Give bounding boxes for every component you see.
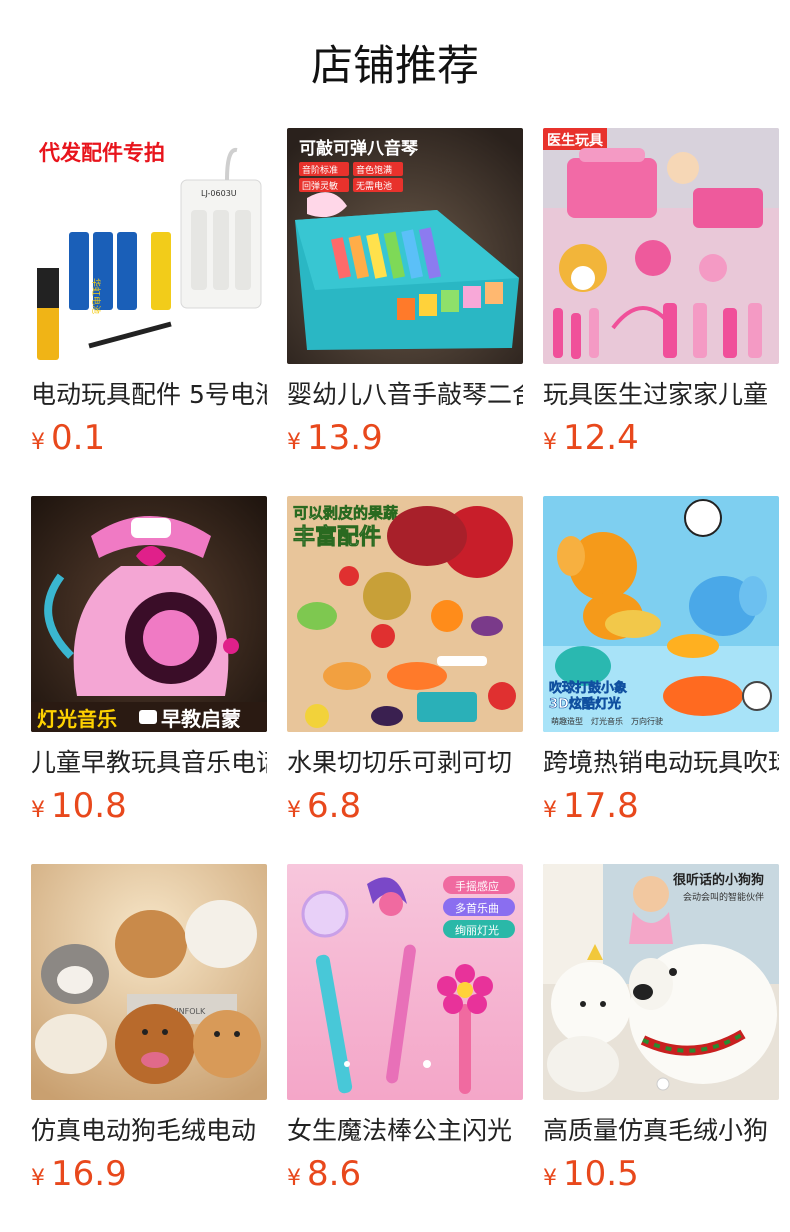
currency-symbol: ¥ — [31, 430, 45, 455]
price-value: 10.5 — [563, 1154, 639, 1194]
product-name[interactable]: 水果切切乐可剥可切 — [287, 746, 523, 780]
image-caption: 灯光音乐 — [37, 707, 117, 731]
image-subheadline: 会动会叫的智能伙伴 — [683, 891, 764, 903]
magic-wand-image: 手摇感应 多首乐曲 绚丽灯光 — [287, 864, 523, 1100]
image-headline: 可以剥皮的果蔬 — [293, 504, 398, 522]
product-image[interactable]: 代发配件专拍 LJ-0603U 华虹电池 — [31, 128, 267, 364]
currency-symbol: ¥ — [543, 798, 557, 823]
product-card[interactable]: 灯光音乐 早教启蒙 儿童早教玩具音乐电话 ¥10.8 — [31, 496, 267, 864]
product-image[interactable]: 手摇感应 多首乐曲 绚丽灯光 — [287, 864, 523, 1100]
product-name[interactable]: 跨境热销电动玩具吹球 — [543, 746, 779, 780]
currency-symbol: ¥ — [543, 430, 557, 455]
product-card[interactable]: 很听话的小狗狗 会动会叫的智能伙伴 高质量仿真毛绒小狗 ¥10.5 — [543, 864, 779, 1232]
product-name[interactable]: 玩具医生过家家儿童 — [543, 378, 779, 412]
feature-tag: 绚丽灯光 — [455, 923, 499, 937]
currency-symbol: ¥ — [543, 1166, 557, 1191]
plush-puppies-image: KINFOLK — [31, 864, 267, 1100]
product-card[interactable]: 可敲可弹八音琴 音阶标准 音色饱满 回弹灵敏 无需电池 婴幼儿八音手敲琴二 ¥ … — [287, 128, 523, 496]
product-grid: 代发配件专拍 LJ-0603U 华虹电池 电动玩具配件 5号电池 ¥0.1 可敲… — [31, 128, 779, 1232]
fruit-cutting-toy-image: 可以剥皮的果蔬 丰富配件 — [287, 496, 523, 732]
product-card[interactable]: 手摇感应 多首乐曲 绚丽灯光 女生魔法棒公主闪光 ¥ 8.6 — [287, 864, 523, 1232]
product-image[interactable]: 医生玩具 — [543, 128, 779, 364]
product-image[interactable]: 灯光音乐 早教启蒙 — [31, 496, 267, 732]
feature-tag: 万向行驶 — [631, 716, 663, 726]
product-image[interactable]: 可以剥皮的果蔬 丰富配件 — [287, 496, 523, 732]
feature-tag: 灯光音乐 — [591, 716, 623, 726]
feature-tag: 回弹灵敏 — [302, 180, 338, 192]
currency-symbol: ¥ — [31, 1166, 45, 1191]
image-headline: 3D炫酷灯光 — [549, 696, 621, 712]
image-headline: 很听话的小狗狗 — [673, 872, 764, 888]
price-value: 17.8 — [563, 786, 639, 826]
product-price: ¥6.8 — [287, 786, 523, 832]
product-card[interactable]: KINFOLK 仿真电动狗毛绒电动 ¥16.9 — [31, 864, 267, 1232]
product-card[interactable]: 吹球打鼓小象 3D炫酷灯光 萌趣造型 灯光音乐 万向行驶 跨境热销电动玩具吹球 … — [543, 496, 779, 864]
product-name[interactable]: 儿童早教玩具音乐电话 — [31, 746, 267, 780]
image-headline: 丰富配件 — [293, 524, 381, 550]
image-caption: 早教启蒙 — [161, 707, 241, 731]
product-card[interactable]: 可以剥皮的果蔬 丰富配件 水果切切乐可剥可切 ¥6.8 — [287, 496, 523, 864]
product-name[interactable]: 高质量仿真毛绒小狗 — [543, 1114, 779, 1148]
toy-telephone-image: 灯光音乐 早教启蒙 — [31, 496, 267, 732]
image-tag: 医生玩具 — [547, 132, 603, 149]
feature-tag: 音色饱满 — [356, 164, 392, 176]
product-price: ¥10.8 — [31, 786, 267, 832]
battery-charger-image: 代发配件专拍 LJ-0603U 华虹电池 — [31, 128, 267, 364]
image-headline: 吹球打鼓小象 — [549, 680, 627, 696]
xylophone-piano-image: 可敲可弹八音琴 音阶标准 音色饱满 回弹灵敏 无需电池 — [287, 128, 523, 364]
product-image[interactable]: KINFOLK — [31, 864, 267, 1100]
feature-tag: 多首乐曲 — [455, 901, 499, 915]
price-value: 8.6 — [307, 1154, 362, 1194]
currency-symbol: ¥ — [31, 798, 45, 823]
price-value: 12.4 — [563, 418, 639, 458]
product-name[interactable]: 仿真电动狗毛绒电动 — [31, 1114, 267, 1148]
product-price: ¥17.8 — [543, 786, 779, 832]
price-value: 0.1 — [51, 418, 106, 458]
price-value: 10.8 — [51, 786, 127, 826]
product-price: ¥0.1 — [31, 418, 267, 464]
feature-tag: 萌趣造型 — [551, 716, 583, 726]
currency-symbol: ¥ — [287, 1166, 301, 1191]
product-price: ¥16.9 — [31, 1154, 267, 1200]
product-image[interactable]: 吹球打鼓小象 3D炫酷灯光 萌趣造型 灯光音乐 万向行驶 — [543, 496, 779, 732]
product-name[interactable]: 电动玩具配件 5号电池 — [31, 378, 267, 412]
price-value: 6.8 — [307, 786, 362, 826]
doctor-toy-set-image: 医生玩具 — [543, 128, 779, 364]
currency-symbol: ¥ — [287, 430, 301, 455]
feature-tag: 手摇感应 — [455, 879, 499, 893]
drumming-elephant-toy-image: 吹球打鼓小象 3D炫酷灯光 萌趣造型 灯光音乐 万向行驶 — [543, 496, 779, 732]
price-value: 13.9 — [307, 418, 383, 458]
product-card[interactable]: 医生玩具 玩具医生过家家儿童 ¥12.4 — [543, 128, 779, 496]
product-card[interactable]: 代发配件专拍 LJ-0603U 华虹电池 电动玩具配件 5号电池 ¥0.1 — [31, 128, 267, 496]
charger-label: LJ-0603U — [201, 189, 237, 198]
product-price: ¥12.4 — [543, 418, 779, 464]
product-name[interactable]: 婴幼儿八音手敲琴二合一 — [287, 378, 523, 412]
product-name[interactable]: 女生魔法棒公主闪光 — [287, 1114, 523, 1148]
currency-symbol: ¥ — [287, 798, 301, 823]
product-price: ¥10.5 — [543, 1154, 779, 1200]
feature-tag: 无需电池 — [356, 180, 392, 192]
battery-label: 华虹电池 — [90, 278, 102, 314]
price-value: 16.9 — [51, 1154, 127, 1194]
white-plush-dog-image: 很听话的小狗狗 会动会叫的智能伙伴 — [543, 864, 779, 1100]
product-image[interactable]: 很听话的小狗狗 会动会叫的智能伙伴 — [543, 864, 779, 1100]
product-price: ¥13.9 — [287, 418, 523, 464]
feature-tag: 音阶标准 — [302, 164, 338, 176]
image-caption: 代发配件专拍 — [38, 141, 165, 165]
product-image[interactable]: 可敲可弹八音琴 音阶标准 音色饱满 回弹灵敏 无需电池 — [287, 128, 523, 364]
page-title: 店铺推荐 — [310, 41, 479, 90]
image-headline: 可敲可弹八音琴 — [299, 138, 418, 159]
product-price: ¥8.6 — [287, 1154, 523, 1200]
